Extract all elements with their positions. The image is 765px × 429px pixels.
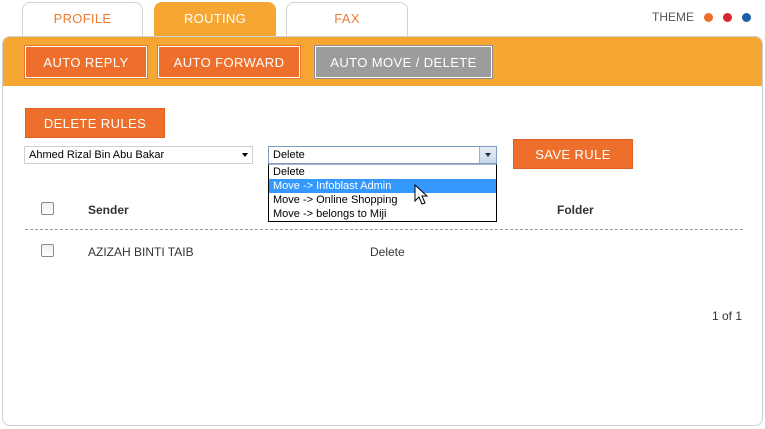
chevron-down-icon [242, 153, 248, 157]
theme-picker: THEME [652, 10, 751, 24]
chevron-down-icon[interactable] [479, 147, 496, 163]
select-all-checkbox[interactable] [41, 202, 54, 215]
tab-fax[interactable]: FAX [286, 2, 408, 38]
auto-forward-button[interactable]: AUTO FORWARD [157, 45, 301, 79]
dropdown-option[interactable]: Delete [269, 165, 496, 179]
tab-profile[interactable]: PROFILE [22, 2, 143, 38]
folder-column-header: Folder [557, 203, 594, 217]
subnav-bar: AUTO REPLY AUTO FORWARD AUTO MOVE / DELE… [3, 37, 762, 86]
tab-routing[interactable]: ROUTING [154, 2, 276, 38]
pagination: 1 of 1 [711, 309, 742, 323]
mouse-cursor-icon [414, 184, 429, 205]
auto-reply-button[interactable]: AUTO REPLY [24, 45, 148, 79]
sender-column-header: Sender [88, 203, 129, 217]
delete-rules-button[interactable]: DELETE RULES [25, 108, 165, 138]
row-checkbox[interactable] [41, 244, 54, 257]
theme-red-dot[interactable] [723, 12, 732, 22]
action-select-value: Delete [273, 149, 305, 161]
user-select-value: Ahmed Rizal Bin Abu Bakar [29, 149, 165, 161]
table-divider [25, 229, 743, 230]
action-select[interactable]: Delete [268, 146, 497, 164]
row-action: Delete [370, 245, 405, 259]
dropdown-option[interactable]: Move -> belongs to Miji [269, 207, 496, 221]
auto-move-delete-button[interactable]: AUTO MOVE / DELETE [314, 45, 493, 79]
theme-blue-dot[interactable] [742, 12, 751, 22]
theme-orange-dot[interactable] [704, 12, 713, 22]
theme-label: THEME [652, 10, 694, 24]
row-sender: AZIZAH BINTI TAIB [88, 245, 194, 259]
routing-panel: AUTO REPLY AUTO FORWARD AUTO MOVE / DELE… [2, 36, 763, 426]
action-dropdown-list: Delete Move -> Infoblast Admin Move -> O… [268, 164, 497, 222]
save-rule-button[interactable]: SAVE RULE [513, 139, 633, 169]
dropdown-option[interactable]: Move -> Online Shopping [269, 193, 496, 207]
user-select[interactable]: Ahmed Rizal Bin Abu Bakar [24, 146, 253, 164]
dropdown-option[interactable]: Move -> Infoblast Admin [269, 179, 496, 193]
